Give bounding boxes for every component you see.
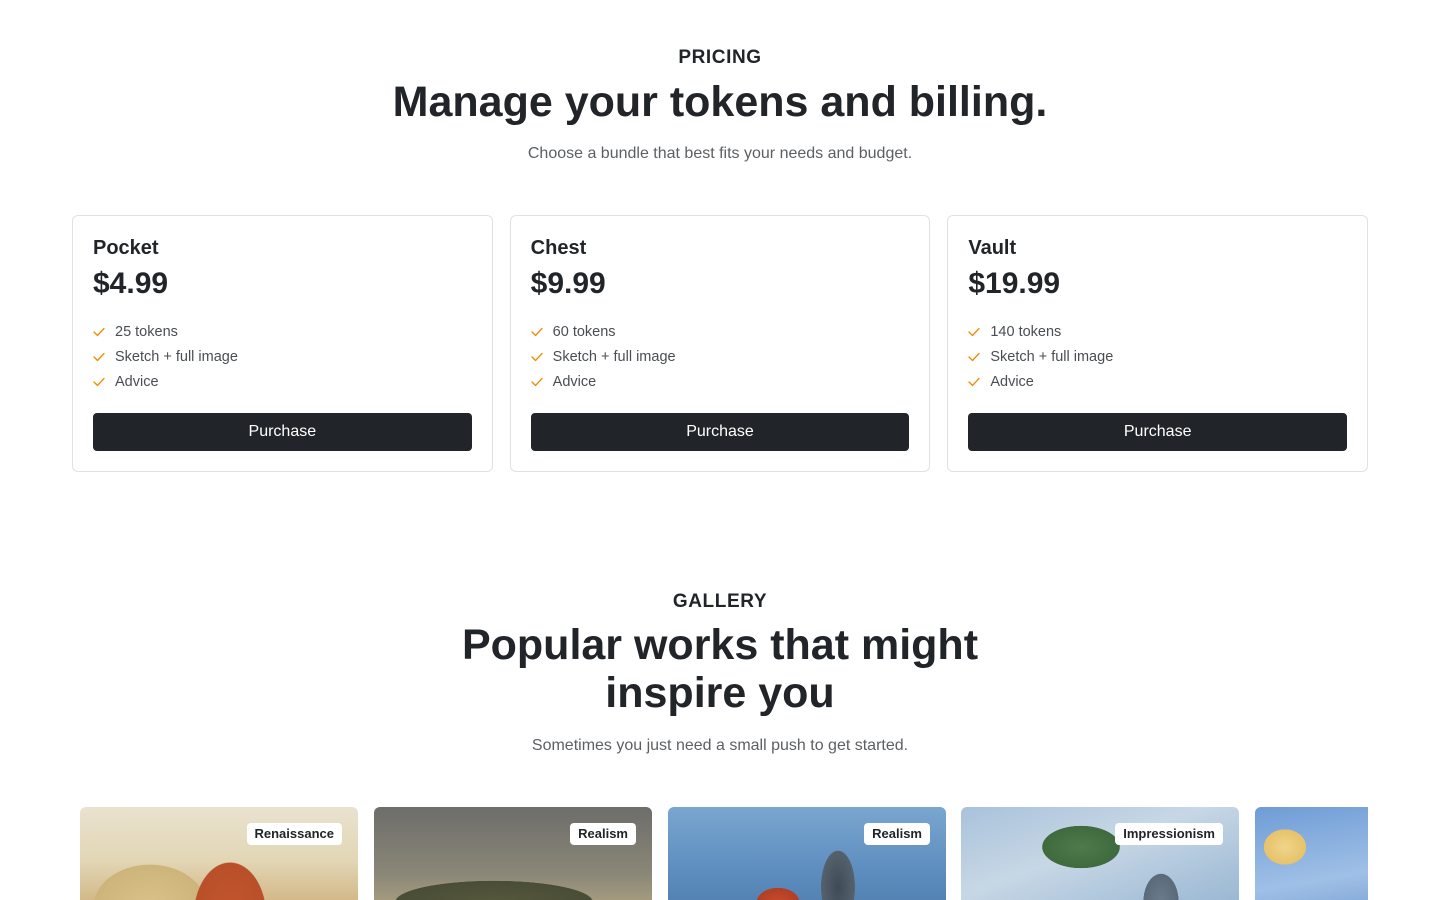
feature-label: 60 tokens (552, 323, 616, 340)
check-icon (968, 377, 990, 387)
artwork-image (1255, 807, 1368, 900)
check-icon (93, 352, 115, 362)
plan-card-chest: Chest $9.99 60 tokens Sketch + full imag… (509, 215, 931, 472)
plan-features: 60 tokens Sketch + full image Advice (531, 319, 910, 394)
feature-item: Advice (968, 369, 1347, 394)
plan-price: $9.99 (530, 267, 606, 300)
feature-label: Sketch + full image (552, 348, 676, 365)
gallery-subtitle: Sometimes you just need a small push to … (531, 737, 909, 754)
pricing-cards: Pocket $4.99 25 tokens Sketch + full ima… (72, 215, 1369, 472)
artwork-image (80, 807, 358, 900)
artwork-image (668, 807, 946, 900)
check-icon (93, 327, 115, 337)
check-icon (531, 352, 553, 362)
plan-name: Vault (968, 237, 1017, 259)
plan-price: $4.99 (93, 267, 169, 300)
gallery-title-line-1: Popular works that might (461, 621, 979, 669)
check-icon (93, 377, 115, 387)
pricing-title: Manage your tokens and billing. (392, 78, 1048, 126)
check-icon (531, 327, 553, 337)
plan-name: Chest (530, 237, 587, 259)
feature-label: 25 tokens (115, 323, 178, 340)
artwork-image (374, 807, 652, 900)
pricing-subtitle: Choose a bundle that best fits your need… (527, 145, 913, 162)
gallery-title-line-2: inspire you (605, 669, 835, 717)
plan-price: $19.99 (968, 267, 1061, 300)
plan-card-vault: Vault $19.99 140 tokens Sketch + full im… (947, 215, 1369, 472)
feature-item: Advice (93, 369, 472, 394)
artwork-card[interactable]: Impressionism (961, 807, 1239, 900)
feature-item: Advice (531, 369, 910, 394)
feature-item: Sketch + full image (968, 344, 1347, 369)
style-badge: Impressionism (1115, 823, 1223, 845)
style-badge: Realism (570, 823, 636, 845)
check-icon (968, 327, 990, 337)
feature-item: 140 tokens (968, 319, 1347, 344)
gallery-eyebrow: GALLERY (672, 591, 768, 612)
plan-features: 140 tokens Sketch + full image Advice (968, 319, 1347, 394)
check-icon (531, 377, 553, 387)
gallery-header: GALLERY Popular works that might inspire… (0, 591, 1440, 755)
plan-name: Pocket (93, 237, 159, 259)
artwork-image (961, 807, 1239, 900)
purchase-button-chest[interactable]: Purchase (530, 413, 910, 451)
feature-label: Advice (552, 373, 597, 390)
gallery-strip: Renaissance Realism Realism Impressionis… (80, 807, 1368, 900)
plan-features: 25 tokens Sketch + full image Advice (93, 319, 472, 394)
feature-item: Sketch + full image (93, 344, 472, 369)
artwork-card[interactable] (1255, 807, 1368, 900)
feature-item: Sketch + full image (531, 344, 910, 369)
artwork-card[interactable]: Renaissance (80, 807, 358, 900)
artwork-card[interactable]: Realism (668, 807, 946, 900)
gallery-title: Popular works that might inspire you (0, 621, 1440, 717)
feature-item: 25 tokens (93, 319, 472, 344)
plan-card-pocket: Pocket $4.99 25 tokens Sketch + full ima… (72, 215, 493, 472)
pricing-eyebrow: PRICING (678, 47, 762, 68)
check-icon (968, 352, 990, 362)
feature-label: Sketch + full image (115, 348, 238, 365)
feature-label: Sketch + full image (990, 348, 1114, 365)
feature-label: 140 tokens (990, 323, 1062, 340)
feature-label: Advice (990, 373, 1034, 390)
style-badge: Realism (864, 823, 930, 845)
purchase-button-pocket[interactable]: Purchase (93, 413, 472, 451)
pricing-header: PRICING Manage your tokens and billing. … (0, 47, 1440, 163)
style-badge: Renaissance (246, 823, 342, 845)
feature-item: 60 tokens (531, 319, 910, 344)
artwork-card[interactable]: Realism (374, 807, 652, 900)
feature-label: Advice (115, 373, 159, 390)
purchase-button-vault[interactable]: Purchase (968, 413, 1348, 451)
